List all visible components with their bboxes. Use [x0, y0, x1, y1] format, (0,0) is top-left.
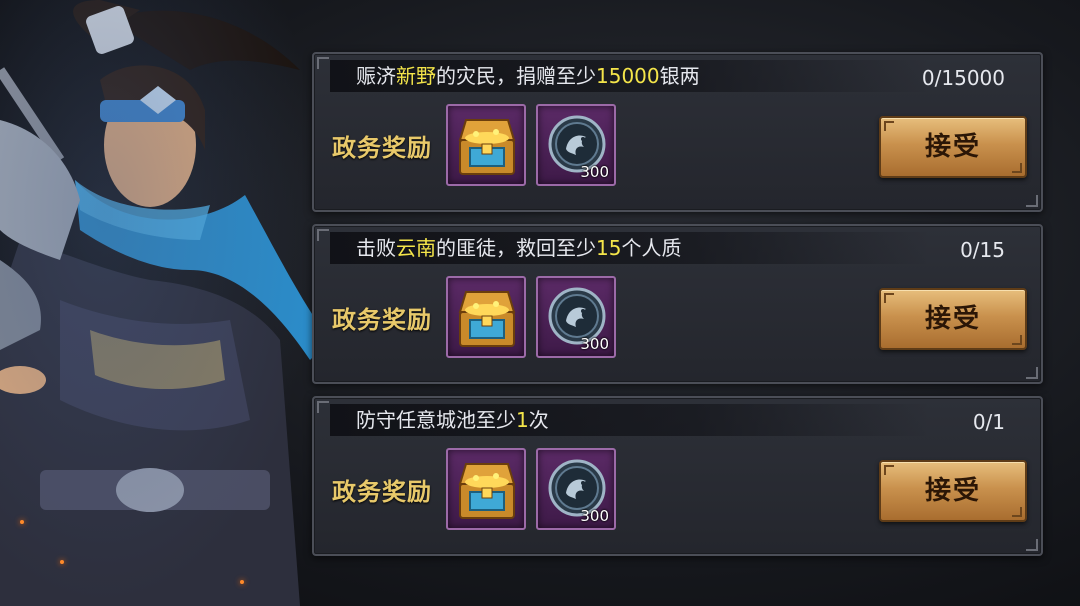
reward-slot-coin[interactable]: 300: [536, 104, 616, 186]
reward-count: 300: [580, 507, 609, 525]
accept-button-label: 接受: [924, 132, 981, 162]
button-corner-decoration: [1012, 163, 1022, 173]
accept-button[interactable]: 接受: [879, 460, 1027, 522]
button-corner-decoration: [884, 465, 894, 475]
ember-particle: [240, 580, 244, 584]
reward-slot-coin[interactable]: 300: [536, 276, 616, 358]
treasure-chest-icon: [458, 119, 516, 175]
reward-slot-chest[interactable]: [446, 104, 526, 186]
accept-button[interactable]: 接受: [879, 288, 1027, 350]
button-corner-decoration: [884, 293, 894, 303]
accept-button-label: 接受: [924, 476, 981, 506]
quest-title: 赈济新野的灾民，捐赠至少15000银两: [330, 60, 930, 92]
reward-label: 政务奖励: [332, 134, 432, 162]
quest-title-text: 次: [528, 408, 549, 432]
treasure-chest-icon: [458, 463, 516, 519]
quest-card: 击败云南的匪徒，救回至少15个人质 0/15 政务奖励 300 接受: [312, 224, 1043, 384]
quest-title: 防守任意城池至少1次: [330, 404, 930, 436]
reward-slot-chest[interactable]: [446, 276, 526, 358]
quest-title-text: 的灾民，捐赠至少: [436, 64, 596, 88]
reward-count: 300: [580, 335, 609, 353]
reward-count: 300: [580, 163, 609, 181]
reward-label: 政务奖励: [332, 478, 432, 506]
button-corner-decoration: [1012, 507, 1022, 517]
hero-glow: [0, 0, 320, 606]
accept-button[interactable]: 接受: [879, 116, 1027, 178]
ember-particle: [20, 520, 24, 524]
quest-title-text: 的匪徒，救回至少: [436, 236, 596, 260]
quest-progress: 0/1: [972, 410, 1005, 434]
quest-title-text: 防守任意城池至少: [356, 408, 516, 432]
quest-progress: 0/15000: [921, 66, 1005, 90]
button-corner-decoration: [1012, 335, 1022, 345]
quest-title-location: 云南: [396, 236, 436, 260]
quest-title-amount: 1: [516, 408, 529, 432]
button-corner-decoration: [884, 121, 894, 131]
quest-title: 击败云南的匪徒，救回至少15个人质: [330, 232, 930, 264]
quest-title-amount: 15000: [596, 64, 660, 88]
quest-title-location: 新野: [396, 64, 436, 88]
reward-slot-chest[interactable]: [446, 448, 526, 530]
quest-card: 防守任意城池至少1次 0/1 政务奖励 300 接受: [312, 396, 1043, 556]
quest-card: 赈济新野的灾民，捐赠至少15000银两 0/15000 政务奖励 300 接受: [312, 52, 1043, 212]
reward-label: 政务奖励: [332, 306, 432, 334]
quest-title-text: 银两: [659, 64, 700, 88]
quest-progress: 0/15: [960, 238, 1005, 262]
quest-title-text: 个人质: [621, 236, 682, 260]
treasure-chest-icon: [458, 291, 516, 347]
reward-slot-coin[interactable]: 300: [536, 448, 616, 530]
ember-particle: [60, 560, 64, 564]
quest-title-amount: 15: [596, 236, 622, 260]
quest-title-text: 赈济: [356, 64, 396, 88]
hero-portrait: [0, 0, 330, 606]
quest-title-text: 击败: [356, 236, 396, 260]
accept-button-label: 接受: [924, 304, 981, 334]
